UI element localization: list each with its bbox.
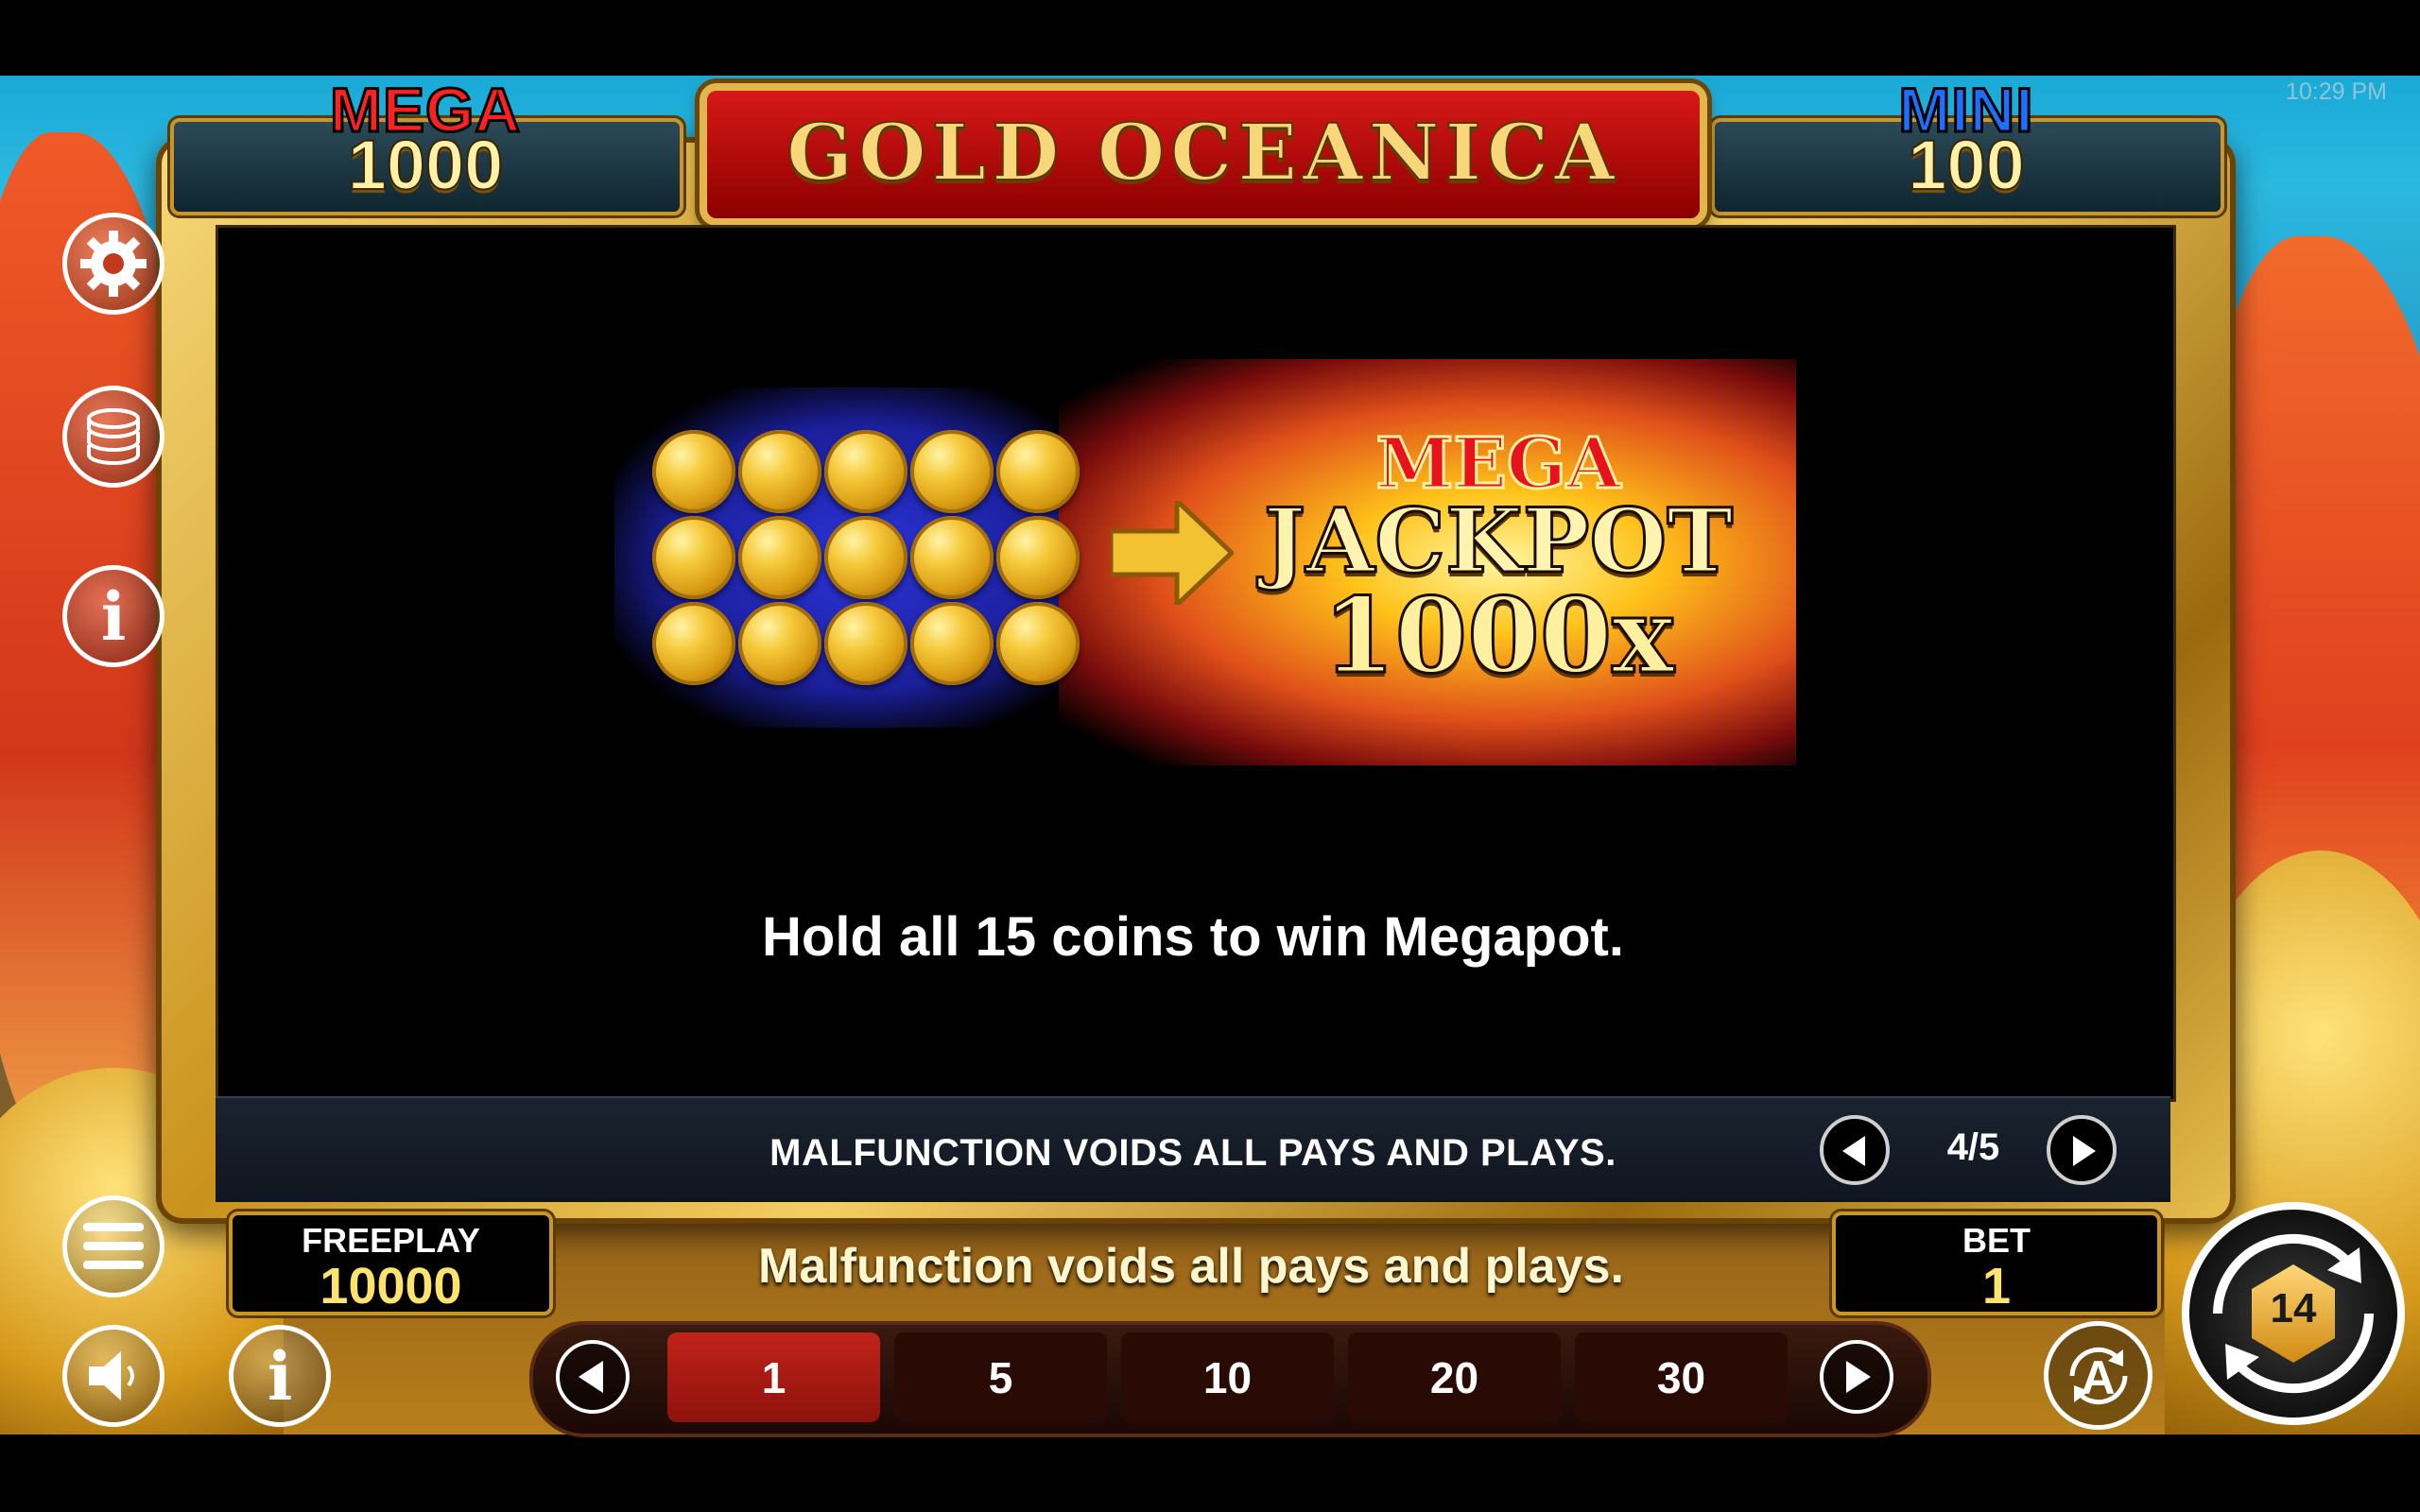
paytable-button[interactable] xyxy=(62,386,164,488)
chevron-left-icon xyxy=(1842,1136,1865,1166)
gold-coin xyxy=(824,516,908,599)
next-page-button[interactable] xyxy=(2047,1115,2117,1185)
spin-badge-label: 14 xyxy=(2270,1285,2317,1332)
chevron-right-icon xyxy=(1846,1361,1871,1393)
chevron-left-icon xyxy=(579,1361,603,1393)
game-title: GOLD OCEANICA xyxy=(786,107,1620,199)
hamburger-icon xyxy=(83,1223,144,1269)
clock-readout: 10:29 PM xyxy=(2286,78,2388,105)
info-icon: i xyxy=(267,1336,293,1416)
spin-button[interactable]: 14 xyxy=(2182,1202,2405,1425)
prev-page-button[interactable] xyxy=(1820,1115,1890,1185)
info-icon: i xyxy=(100,576,127,656)
gold-coin xyxy=(910,430,994,513)
gold-coin xyxy=(652,430,735,513)
bet-decrease-button[interactable] xyxy=(556,1340,630,1414)
freeplay-label: FREEPLAY xyxy=(302,1221,480,1260)
sound-button[interactable] xyxy=(62,1325,164,1427)
coin-stack-icon xyxy=(87,408,140,465)
bet-option[interactable]: 20 xyxy=(1348,1332,1561,1422)
menu-button[interactable] xyxy=(62,1195,164,1297)
title-banner: GOLD OCEANICA xyxy=(700,83,1707,226)
page-indicator: 4/5 xyxy=(1946,1126,2000,1168)
autoplay-button[interactable]: A xyxy=(2044,1321,2152,1430)
gold-coin xyxy=(824,602,908,685)
arrow-right-icon xyxy=(1111,501,1234,605)
gold-coin xyxy=(738,430,821,513)
gold-coin xyxy=(738,516,821,599)
bet-value: 1 xyxy=(1981,1258,2012,1314)
help-description: Hold all 15 coins to win Megapot. xyxy=(762,906,1624,968)
gear-icon xyxy=(80,231,147,297)
gold-coin xyxy=(996,602,1080,685)
chevron-right-icon xyxy=(2073,1136,2096,1166)
bet-option[interactable]: 30 xyxy=(1575,1332,1788,1422)
bet-option[interactable]: 1 xyxy=(667,1332,880,1422)
settings-button[interactable] xyxy=(62,213,164,315)
info-button[interactable]: i xyxy=(62,565,164,667)
help-button[interactable]: i xyxy=(229,1325,331,1427)
footer-message: Malfunction voids all pays and plays. xyxy=(758,1239,1624,1294)
gold-coin xyxy=(652,602,735,685)
speaker-icon xyxy=(89,1351,134,1400)
gold-coin xyxy=(910,602,994,685)
gold-coin xyxy=(652,516,735,599)
gold-coin xyxy=(996,516,1080,599)
gold-coin xyxy=(738,602,821,685)
bet-option[interactable]: 5 xyxy=(894,1332,1107,1422)
prize-multiplier-label: 1000x xyxy=(1322,574,1676,698)
gold-coin xyxy=(996,430,1080,513)
bet-option[interactable]: 10 xyxy=(1121,1332,1334,1422)
mini-jackpot-value: 100 xyxy=(1907,125,2025,205)
freeplay-value: 10000 xyxy=(320,1258,462,1314)
bet-box: BET 1 xyxy=(1832,1211,2161,1315)
bet-increase-button[interactable] xyxy=(1820,1340,1893,1414)
mega-jackpot-value: 1000 xyxy=(347,125,505,205)
gold-coin xyxy=(910,516,994,599)
bet-label: BET xyxy=(1962,1221,2031,1260)
freeplay-box: FREEPLAY 10000 xyxy=(229,1211,553,1315)
gold-coin xyxy=(824,430,908,513)
autoplay-label: A xyxy=(2081,1351,2116,1404)
